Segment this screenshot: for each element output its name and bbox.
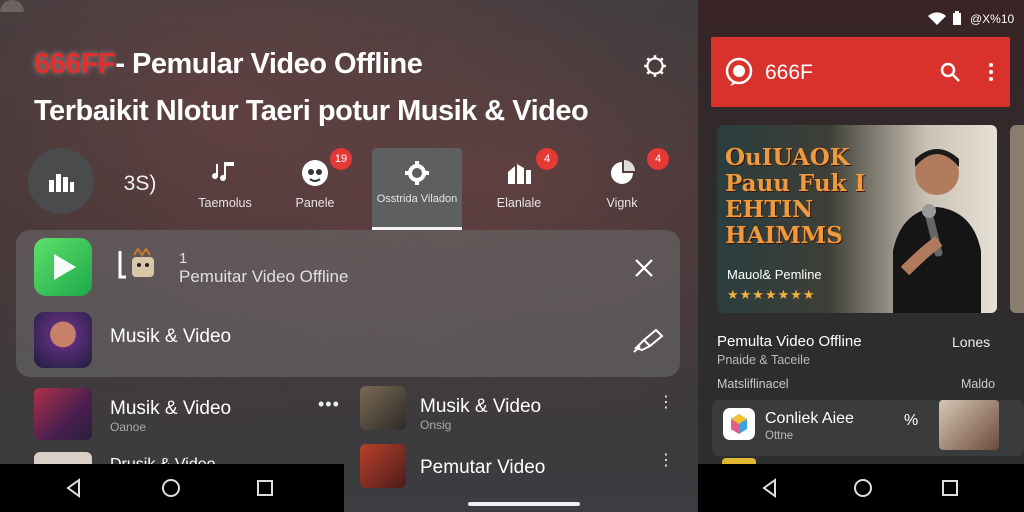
- bars-icon: [49, 174, 74, 192]
- play-store-icon: [34, 238, 92, 296]
- headline-brand: 666FF: [34, 48, 116, 80]
- card-thumbnail: [939, 400, 999, 450]
- tab-label: Taemolus: [198, 196, 252, 210]
- pie-icon: [611, 160, 635, 184]
- percent-icon: %: [904, 412, 919, 429]
- banner-caption: Mauol& Pemline: [727, 267, 822, 282]
- notification-badge: 19: [330, 148, 352, 170]
- left-panel: 666FF- Pemular Video Offline Terbaikit N…: [0, 0, 698, 512]
- section-subtitle: Pnaide & Taceile: [717, 353, 810, 367]
- battery-icon: [953, 11, 961, 25]
- app-bar: 666F: [711, 37, 1010, 107]
- notification-index: 1: [179, 250, 188, 267]
- mascot-icon: [118, 247, 154, 279]
- headline-title: 666FF- Pemular Video Offline: [34, 48, 423, 81]
- tab-label: Vignk: [606, 196, 638, 210]
- gear-icon: [405, 161, 429, 185]
- app-icon: [723, 408, 755, 440]
- headline-rest: - Pemular Video Offline: [115, 48, 423, 80]
- notification-badge: 4: [536, 148, 558, 170]
- more-icon[interactable]: •••: [318, 394, 340, 415]
- home-gesture-bar[interactable]: [468, 502, 580, 506]
- list-item[interactable]: Musik & Video Onsig ⋮: [360, 386, 680, 442]
- list-item-subtitle: Oanoe: [110, 420, 147, 434]
- card-subtitle: Ottne: [765, 430, 794, 442]
- app-title: 666F: [765, 61, 813, 84]
- section-title: Pemulta Video Offline: [717, 333, 862, 350]
- list-item-subtitle: Onsig: [420, 418, 452, 432]
- rating-stars: ★★★★★★★: [727, 287, 816, 302]
- list-item[interactable]: Pemutar Video ⋮: [360, 444, 680, 500]
- close-icon[interactable]: [632, 256, 656, 280]
- tab-taemolus[interactable]: Taemolus: [180, 148, 270, 228]
- status-bar: @X%10: [698, 8, 1024, 28]
- singer-image: [893, 149, 981, 313]
- avatar: [0, 0, 24, 12]
- card-title: Conliek Aiee: [765, 410, 854, 427]
- more-vert-icon[interactable]: [979, 60, 1003, 84]
- tab-home[interactable]: [28, 148, 94, 214]
- tab-osstrida-viladon[interactable]: Osstrida Viladon: [372, 148, 462, 230]
- tab-count-label: 3S): [123, 172, 157, 195]
- pin-icon[interactable]: [630, 326, 666, 354]
- home-icon[interactable]: [159, 476, 183, 500]
- music-note-icon: [212, 162, 234, 182]
- tab-elanlale[interactable]: Elanlale 4: [474, 148, 564, 228]
- wifi-icon: [928, 12, 946, 25]
- featured-banner[interactable]: OuIUAOK Pauu Fuk I EHTIN HAIMMS Mauol& P…: [717, 125, 997, 313]
- tab-label: Elanlale: [496, 196, 542, 210]
- section-title: Matsliflinacel: [717, 377, 789, 391]
- video-thumbnail: [360, 386, 406, 430]
- panda-icon: [302, 160, 328, 186]
- settings-gear-icon[interactable]: [642, 53, 668, 79]
- tab-panele[interactable]: Panele 19: [270, 148, 360, 228]
- tab-count[interactable]: 3S): [110, 148, 170, 228]
- section-action-link[interactable]: Lones: [952, 334, 990, 350]
- app-list-card[interactable]: Conliek Aiee Ottne %: [712, 400, 1024, 456]
- tab-vignk[interactable]: Vignk 4: [577, 148, 669, 228]
- notification-subtitle: Musik & Video: [110, 326, 232, 347]
- headline-subtitle: Terbaikit Nlotur Taeri potur Musik & Vid…: [34, 95, 589, 127]
- home-icon[interactable]: [851, 476, 875, 500]
- app-logo-icon: [725, 57, 753, 86]
- next-banner-peek[interactable]: [1010, 125, 1024, 313]
- notification-title: Pemuitar Video Offline: [179, 267, 349, 286]
- status-text: @X%10: [970, 12, 1015, 26]
- more-icon[interactable]: ⋮: [658, 450, 675, 470]
- video-thumbnail: [34, 388, 92, 440]
- list-item-title: Pemutar Video: [420, 457, 546, 478]
- avatar: [34, 312, 92, 368]
- section-action-link[interactable]: Maldo: [961, 377, 995, 391]
- list-item[interactable]: Musik & Video Oanoe •••: [34, 388, 344, 444]
- search-icon[interactable]: [939, 61, 961, 83]
- notification-badge: 4: [647, 148, 669, 170]
- navigation-bar: [0, 464, 344, 512]
- notification-card[interactable]: 1 Pemuitar Video Offline Musik & Video: [16, 230, 680, 377]
- more-icon[interactable]: ⋮: [658, 392, 675, 412]
- recents-icon[interactable]: [253, 476, 277, 500]
- recents-icon[interactable]: [938, 476, 962, 500]
- video-thumbnail: [360, 444, 406, 488]
- banner-title: OuIUAOK Pauu Fuk I EHTIN HAIMMS: [725, 144, 866, 249]
- chart-icon: [508, 164, 531, 184]
- phone-screen: @X%10 666F OuIUAOK Pauu Fuk I EHTIN HAIM…: [698, 0, 1024, 464]
- list-item-title: Musik & Video: [110, 398, 232, 419]
- list-item-title: Musik & Video: [420, 396, 542, 417]
- tab-label: Osstrida Viladon: [376, 193, 458, 205]
- back-icon[interactable]: [758, 476, 782, 500]
- navigation-bar: [698, 464, 1024, 512]
- back-icon[interactable]: [62, 476, 86, 500]
- tab-label: Panele: [295, 196, 335, 210]
